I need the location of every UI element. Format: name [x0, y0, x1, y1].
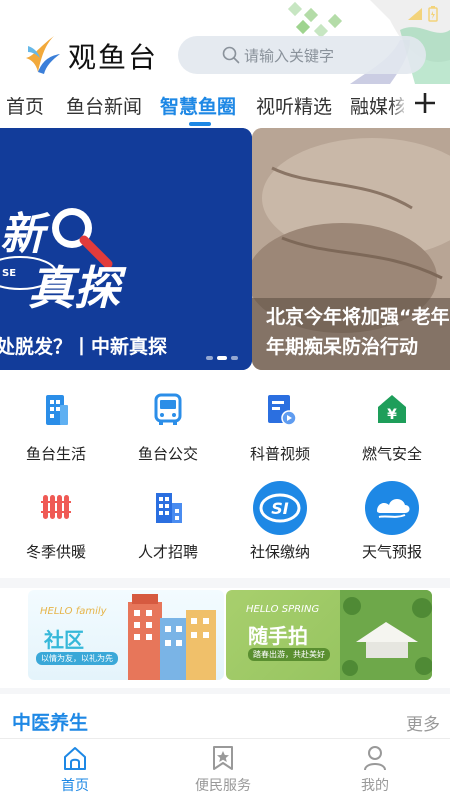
service-social-security[interactable]: SI 社保缴纳 [224, 481, 336, 573]
service-label: 鱼台生活 [25, 445, 86, 463]
more-link[interactable]: 更多 [406, 710, 440, 735]
service-label: 天气预报 [361, 543, 422, 561]
search-input[interactable]: 请输入关键字 [178, 36, 426, 74]
user-icon [364, 746, 386, 771]
promo-subtitle: 踏春出游，共赴美好 [248, 648, 330, 661]
carousel-dot-active [217, 356, 227, 360]
service-weather[interactable]: 天气预报 [336, 481, 448, 573]
video-doc-icon [268, 395, 297, 426]
service-talent-recruitment[interactable]: 人才招聘 [112, 483, 224, 573]
carousel-dot [206, 356, 213, 360]
radiator-icon [41, 495, 71, 519]
section-divider [0, 688, 450, 694]
search-placeholder: 请输入关键字 [244, 46, 335, 65]
service-label: 鱼台公交 [137, 445, 198, 463]
battery-icon [428, 6, 438, 22]
nav-label: 首页 [61, 778, 89, 794]
tab-home[interactable]: 首页 [6, 92, 44, 119]
nav-services[interactable]: 便民服务 [173, 743, 273, 799]
office-building-icon [156, 493, 182, 523]
section-divider [0, 578, 450, 588]
promo-subtitle: 以情为友，以礼为先 [36, 652, 118, 665]
carousel-dot [231, 356, 238, 360]
svg-text:¥: ¥ [387, 407, 397, 423]
promo-community-banner[interactable]: HELLO family 社区 以情为友，以礼为先 [28, 590, 224, 680]
news-carousel[interactable]: 新 真探 SE 处脱发？丨中新真探 北京今年将加强“老年 年期痴呆防治行动 [0, 128, 450, 370]
carousel-slide[interactable]: 北京今年将加强“老年 年期痴呆防治行动 [252, 128, 450, 370]
promo-hello-text: HELLO SPRING [246, 604, 320, 615]
tab-audio-video[interactable]: 视听精选 [256, 92, 332, 119]
slide-art-title: 真探 [28, 261, 120, 315]
nav-label: 我的 [361, 778, 389, 794]
tab-smart-yuquan[interactable]: 智慧鱼圈 [160, 92, 236, 119]
nav-profile[interactable]: 我的 [325, 743, 425, 799]
active-tab-indicator [189, 122, 211, 126]
star-bookmark-icon [213, 746, 233, 770]
tab-fade [390, 84, 408, 126]
building-icon [46, 395, 68, 425]
promo-title: 随手拍 [248, 624, 308, 648]
app-header: 观鱼台 请输入关键字 [0, 0, 450, 84]
search-icon [222, 46, 240, 64]
slide-caption-line1: 北京今年将加强“老年 [266, 306, 450, 328]
carousel-slide[interactable]: 新 真探 SE 处脱发？丨中新真探 [0, 128, 252, 370]
bottom-nav: 首页 便民服务 我的 [0, 738, 450, 800]
service-label: 燃气安全 [361, 445, 422, 463]
service-winter-heating[interactable]: 冬季供暖 [0, 483, 112, 573]
slide-art-badge: SE [2, 268, 17, 279]
service-label: 社保缴纳 [249, 543, 310, 561]
svg-text:SI: SI [271, 499, 289, 518]
status-bar [406, 6, 438, 22]
slide-caption: 处脱发？丨中新真探 [0, 336, 168, 358]
channel-tabs: 首页 鱼台新闻 智慧鱼圈 视听精选 融媒核 [0, 84, 450, 126]
app-title: 观鱼台 [68, 41, 159, 74]
service-label: 科普视频 [249, 445, 310, 463]
service-grid: 鱼台生活 鱼台公交 科普视频 ¥ 燃气安全 冬季供暖 人才招聘 SI 社保缴纳 … [0, 385, 450, 575]
service-science-video[interactable]: 科普视频 [224, 385, 336, 475]
social-security-icon: SI [253, 481, 307, 535]
add-channel-icon[interactable] [412, 90, 438, 116]
slide-caption-line2: 年期痴呆防治行动 [266, 336, 419, 358]
tab-yutai-news[interactable]: 鱼台新闻 [66, 92, 142, 119]
nav-label: 便民服务 [195, 778, 251, 794]
gas-house-icon: ¥ [378, 395, 406, 423]
weather-icon [365, 481, 419, 535]
service-gas-safety[interactable]: ¥ 燃气安全 [336, 385, 448, 475]
service-yutai-bus[interactable]: 鱼台公交 [112, 385, 224, 475]
carousel-indicator [206, 356, 238, 360]
promo-title: 社区 [44, 628, 84, 652]
promo-hello-text: HELLO family [40, 606, 107, 617]
home-icon [64, 747, 86, 770]
signal-icon [408, 8, 422, 20]
app-logo-icon [26, 36, 60, 74]
nav-home[interactable]: 首页 [25, 743, 125, 799]
promo-snapshot-banner[interactable]: HELLO SPRING 随手拍 踏春出游，共赴美好 [226, 590, 432, 680]
bus-icon [154, 393, 182, 425]
service-label: 冬季供暖 [25, 543, 86, 561]
section-title: 中医养生 [12, 712, 89, 734]
service-label: 人才招聘 [137, 543, 198, 561]
service-yutai-life[interactable]: 鱼台生活 [0, 385, 112, 475]
